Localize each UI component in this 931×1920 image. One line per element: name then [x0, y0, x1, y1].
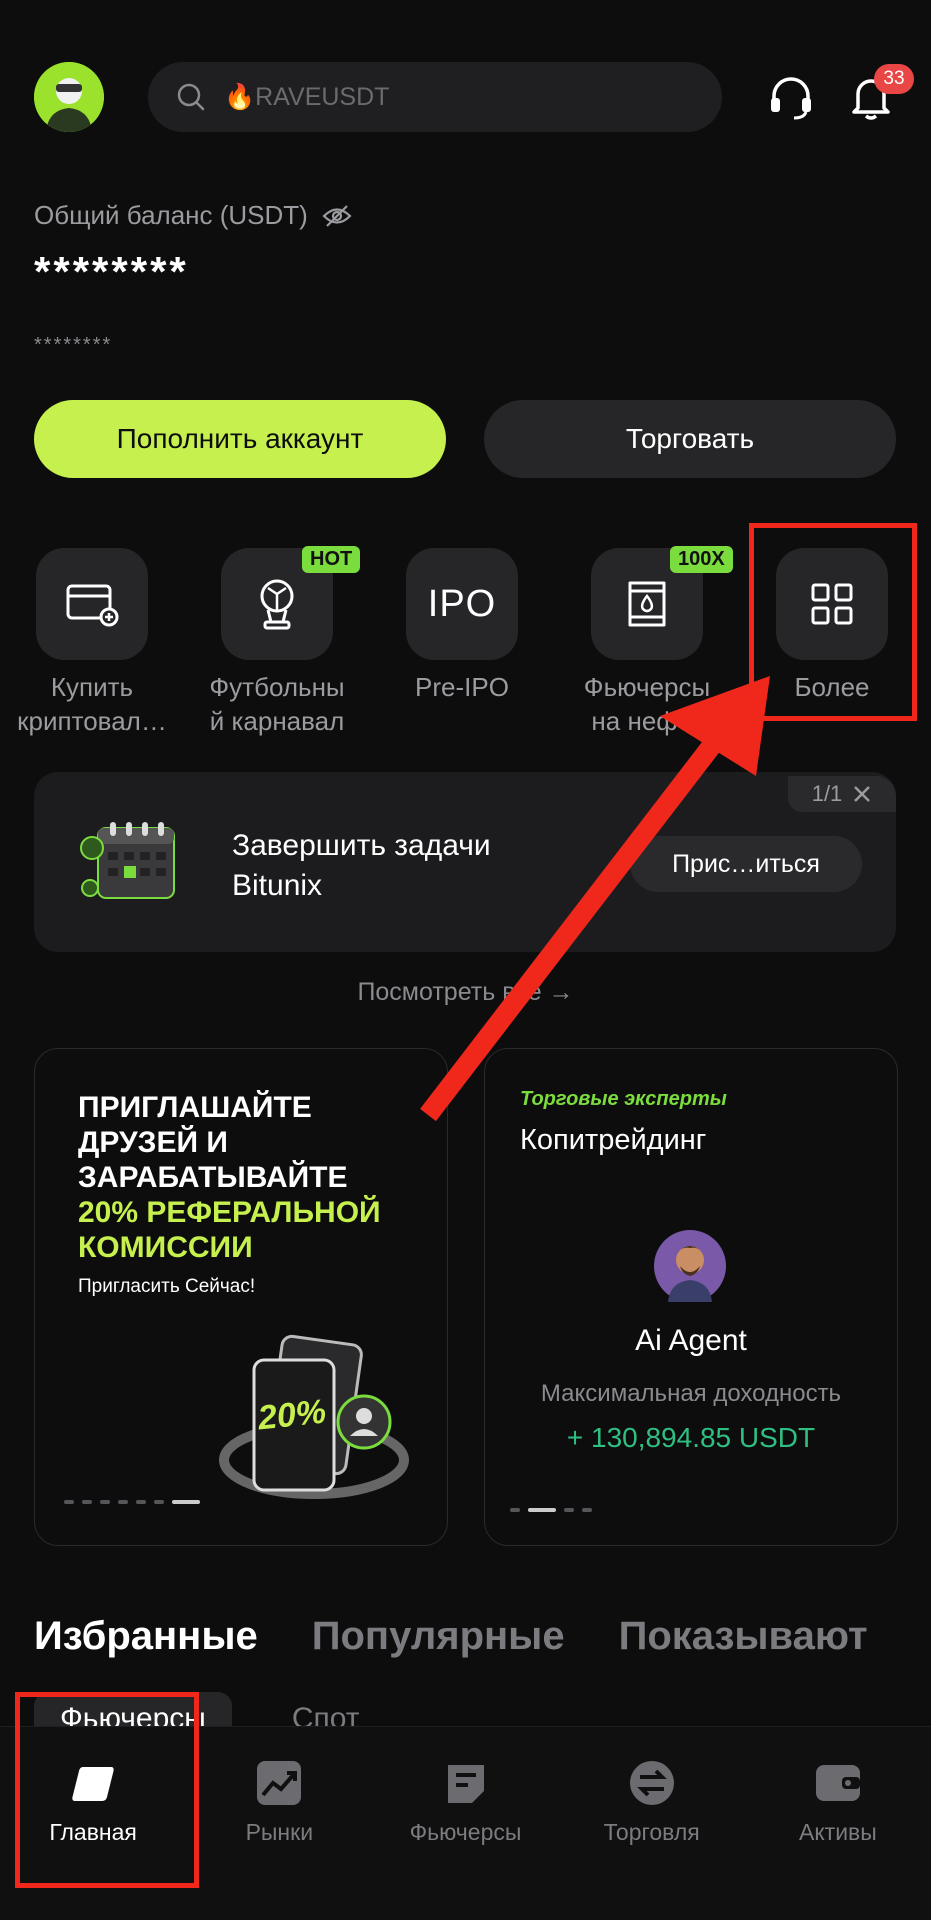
shortcut-football-carnival[interactable]: Футбольны й карнавал [202, 548, 352, 738]
task-join-button[interactable]: Прис…иться [630, 836, 862, 892]
nav-futures[interactable]: Фьючерсы [372, 1727, 558, 1920]
referral-title: ПРИГЛАШАЙТЕ ДРУЗЕЙ И ЗАРАБАТЫВАЙТЕ 20% Р… [78, 1090, 408, 1265]
nav-label: Торговля [603, 1819, 700, 1845]
chart-icon [257, 1761, 302, 1805]
nav-label: Рынки [245, 1819, 314, 1845]
carousel-dot-active [172, 1500, 200, 1504]
carousel-dot [100, 1500, 110, 1504]
tab-showing[interactable]: Показывают [619, 1614, 868, 1659]
copytrading-tag: Торговые эксперты [520, 1088, 727, 1110]
shortcut-icon-box: IPO [406, 548, 518, 660]
support-headset-icon[interactable] [766, 72, 816, 122]
eye-hidden-icon[interactable] [322, 204, 352, 228]
carousel-dot [582, 1508, 592, 1512]
referral-percent-badge: 20% [256, 1392, 328, 1438]
balance-label: Общий баланс (USDT) [34, 200, 308, 230]
search-placeholder: RAVEUSDT [255, 82, 390, 111]
carousel-dot [82, 1500, 92, 1504]
trade-button[interactable]: Торговать [484, 400, 896, 478]
highlight-more-box [749, 523, 917, 721]
carousel-dot [136, 1500, 146, 1504]
shortcut-label: Футбольны й карнавал [209, 672, 345, 736]
avatar[interactable] [34, 62, 104, 132]
card-plus-icon [66, 584, 119, 627]
nav-assets[interactable]: Активы [745, 1727, 931, 1920]
task-title: Завершить задачи Bitunix [232, 829, 491, 902]
shortcut-label: Купить криптовал… [17, 672, 167, 736]
market-tabs: Избранные Популярные Показывают [34, 1614, 898, 1659]
nav-label: Активы [799, 1819, 877, 1845]
shortcut-label: Фьючерсы на нефть [583, 672, 711, 736]
balance-label-row: Общий баланс (USDT) [34, 200, 352, 231]
ai-agent-name: Ai Agent [635, 1324, 747, 1357]
referral-title-line2: 20% РЕФЕРАЛЬНОЙ КОМИССИИ [78, 1196, 381, 1264]
nav-markets[interactable]: Рынки [186, 1727, 372, 1920]
carousel-dot [564, 1508, 574, 1512]
shortcut-oil-futures[interactable]: Фьючерсы на нефть [572, 548, 722, 738]
trophy-icon [260, 579, 294, 630]
task-counter: 1/1 [788, 776, 896, 812]
deposit-button[interactable]: Пополнить аккаунт [34, 400, 446, 478]
tab-popular[interactable]: Популярные [312, 1614, 565, 1659]
shortcut-pre-ipo[interactable]: IPO Pre-IPO [387, 548, 537, 704]
referral-invite-link[interactable]: Пригласить Сейчас! [78, 1276, 255, 1298]
balance-value: ******** [34, 248, 189, 295]
close-icon[interactable] [852, 784, 872, 804]
exchange-icon [629, 1761, 674, 1805]
highlight-home-box [15, 1692, 199, 1888]
shortcut-icon-box [36, 548, 148, 660]
notification-badge: 33 [874, 64, 914, 94]
max-yield-value: + 130,894.85 USDT [566, 1422, 816, 1453]
wallet-icon [815, 1765, 860, 1801]
referral-carousel-dots [64, 1500, 200, 1504]
copytrading-carousel-dots [510, 1508, 592, 1512]
avatar-icon [34, 62, 104, 132]
shortcut-label: Pre-IPO [415, 672, 509, 702]
nav-label: Фьючерсы [409, 1819, 522, 1845]
shortcut-buy-crypto[interactable]: Купить криптовал… [17, 548, 167, 738]
balance-sub-value: ******** [34, 334, 113, 356]
view-all-link[interactable]: Посмотреть все → [0, 978, 931, 1007]
carousel-dot [118, 1500, 128, 1504]
hot-tag: HOT [302, 546, 361, 573]
nav-trade[interactable]: Торговля [559, 1727, 745, 1920]
ipo-icon: IPO [427, 582, 497, 625]
carousel-dot [64, 1500, 74, 1504]
referral-title-line1: ПРИГЛАШАЙТЕ ДРУЗЕЙ И ЗАРАБАТЫВАЙТЕ [78, 1091, 348, 1194]
max-yield-label: Максимальная доходность [540, 1380, 842, 1407]
carousel-dot-active [528, 1508, 556, 1512]
fire-icon: 🔥 [224, 82, 256, 111]
task-counter-text: 1/1 [811, 781, 843, 806]
leverage-tag: 100X [670, 546, 733, 573]
futures-icon [447, 1765, 484, 1803]
oil-barrel-icon [628, 581, 666, 627]
ai-agent-avatar-icon [654, 1230, 726, 1302]
search-input[interactable]: 🔥 RAVEUSDT [148, 62, 722, 132]
calendar-tasks-icon [80, 822, 175, 899]
carousel-dot [510, 1508, 520, 1512]
carousel-dot [154, 1500, 164, 1504]
tab-favorites[interactable]: Избранные [34, 1614, 258, 1659]
copytrading-title: Копитрейдинг [520, 1124, 707, 1156]
search-icon [177, 83, 205, 111]
